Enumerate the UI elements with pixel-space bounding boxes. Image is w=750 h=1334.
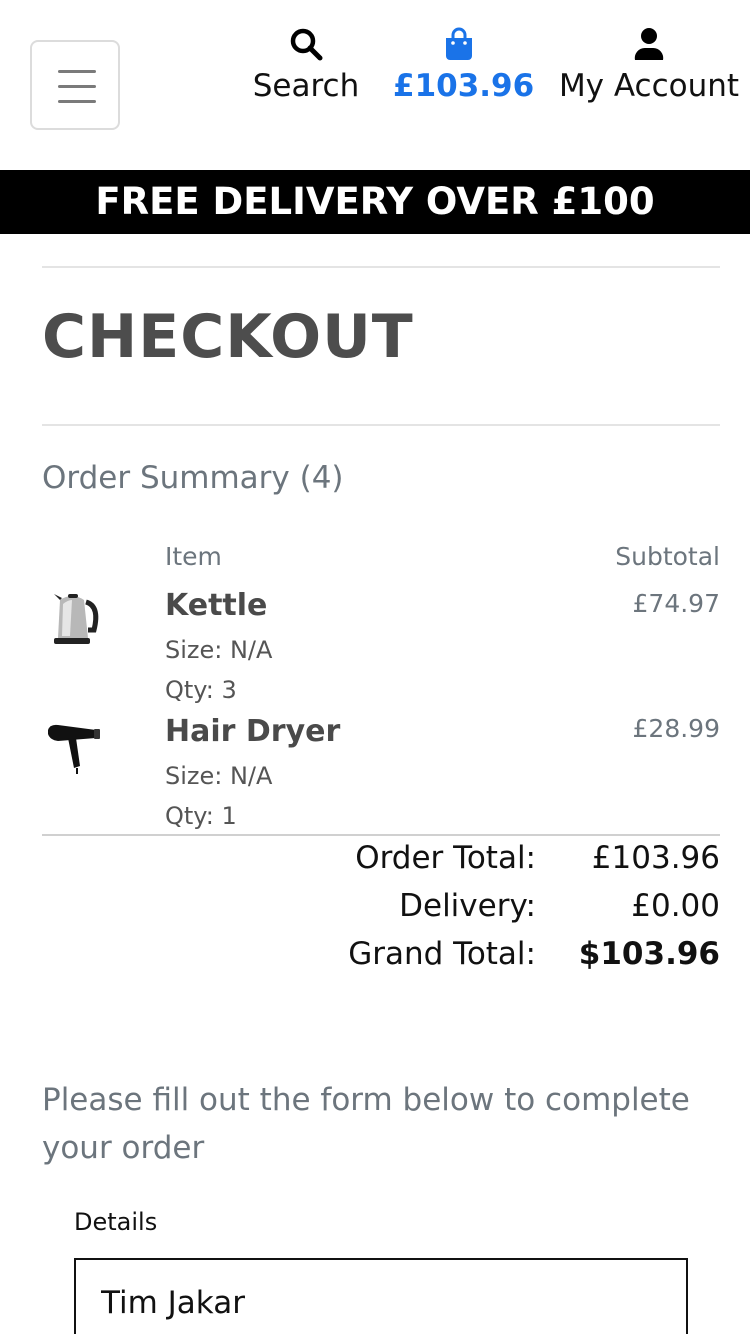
cart-total: £103.96 <box>393 68 535 104</box>
site-header: Search £103.96 My Account <box>0 0 750 170</box>
grand-total-label: Grand Total: <box>348 936 536 972</box>
kettle-image <box>54 594 99 644</box>
nav-search[interactable]: Search <box>246 26 366 116</box>
divider <box>42 424 720 426</box>
item-subtotal: £28.99 <box>632 714 720 743</box>
menu-toggle-button[interactable] <box>30 40 120 130</box>
nav-search-label: Search <box>252 68 360 104</box>
column-header-item: Item <box>165 542 222 571</box>
divider <box>42 266 720 268</box>
item-subtotal: £74.97 <box>632 589 720 618</box>
item-qty: Qty: 1 <box>165 802 237 830</box>
divider <box>42 834 720 836</box>
item-size: Size: N/A <box>165 636 273 664</box>
item-name: Hair Dryer <box>165 714 341 749</box>
delivery-banner: FREE DELIVERY OVER £100 <box>0 170 750 234</box>
delivery-value: £0.00 <box>631 888 720 924</box>
nav-account[interactable]: My Account <box>552 26 746 116</box>
grand-total-value: $103.96 <box>578 936 720 972</box>
full-name-input[interactable] <box>74 1258 688 1334</box>
nav-account-label: My Account <box>558 68 740 104</box>
delivery-row: Delivery: £0.00 <box>0 888 750 932</box>
column-header-subtotal: Subtotal <box>615 542 720 571</box>
nav-cart[interactable]: £103.96 <box>393 26 535 116</box>
hair-dryer-image <box>48 724 100 774</box>
item-size: Size: N/A <box>165 762 273 790</box>
order-total-row: Order Total: £103.96 <box>0 840 750 884</box>
grand-total-row: Grand Total: $103.96 <box>0 936 750 980</box>
form-intro-text: Please fill out the form below to comple… <box>42 1082 690 1166</box>
hamburger-icon <box>58 70 96 73</box>
shopping-bag-icon <box>446 27 472 60</box>
user-icon <box>634 28 664 60</box>
details-legend: Details <box>74 1208 158 1236</box>
search-icon <box>290 28 323 61</box>
delivery-label: Delivery: <box>399 888 536 924</box>
page-title: CHECKOUT <box>42 302 414 372</box>
item-name: Kettle <box>165 588 268 623</box>
order-summary-title: Order Summary (4) <box>42 460 344 496</box>
item-qty: Qty: 3 <box>165 676 237 704</box>
order-total-label: Order Total: <box>355 840 536 876</box>
order-total-value: £103.96 <box>591 840 720 876</box>
